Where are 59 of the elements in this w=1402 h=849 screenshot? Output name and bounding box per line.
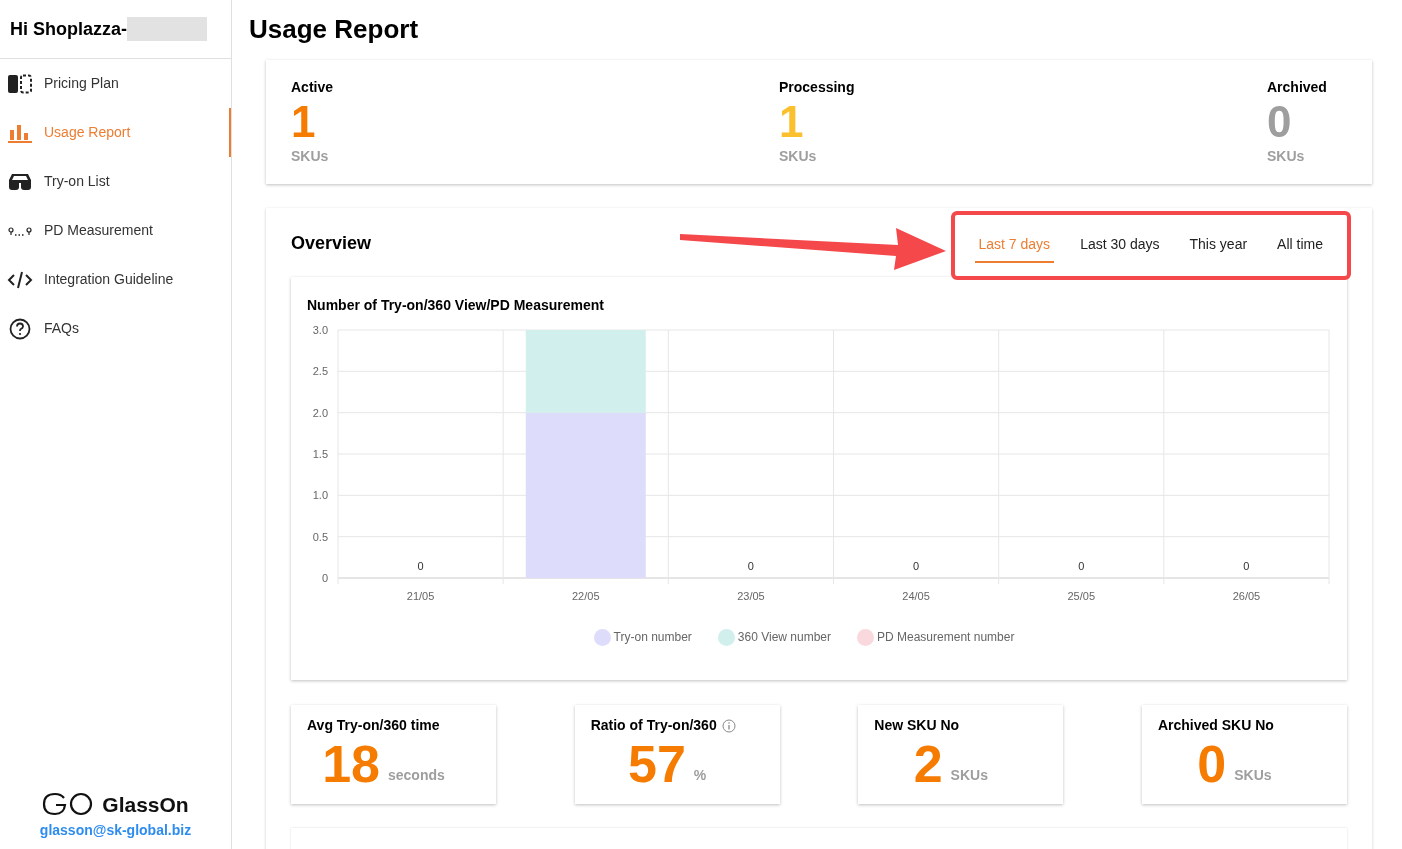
split-panel-icon [7, 72, 33, 95]
metric-unit: seconds [388, 766, 445, 785]
metric-label: New SKU No [874, 716, 960, 735]
metric-unit: % [693, 766, 707, 785]
legend-label: 360 View number [737, 629, 831, 646]
x-axis-label: 24/05 [902, 590, 930, 602]
metric-label: Archived SKU No [1157, 716, 1274, 735]
x-axis-label: 25/05 [1067, 590, 1095, 602]
legend-label: PD Measurement number [877, 629, 1015, 646]
status-count: 1 [779, 98, 805, 146]
help-icon [7, 317, 33, 340]
data-label: 0 [417, 560, 424, 572]
y-axis-label: 1.5 [312, 448, 328, 460]
data-label: 0 [747, 560, 754, 572]
nav-item[interactable]: Pricing Plan [0, 59, 231, 108]
y-axis-label: 0 [321, 572, 328, 584]
status-label: Active [291, 78, 335, 97]
info-icon [721, 718, 736, 733]
x-axis-label: 26/05 [1232, 590, 1261, 602]
status-label: Archived [1267, 78, 1328, 97]
data-label: 0 [1243, 560, 1250, 572]
metric-value: 18 [322, 736, 380, 792]
status-label: Processing [779, 78, 856, 97]
y-axis-label: 2.5 [312, 365, 328, 378]
metric-value: 2 [913, 736, 943, 792]
status-unit: SKUs [779, 147, 818, 166]
glasses-logo-icon [42, 792, 95, 817]
greeting: Hi Shoplazza- [10, 17, 127, 41]
brand-name: GlassOn [102, 791, 189, 818]
y-axis-label: 1.0 [312, 489, 328, 502]
y-axis-label: 2.0 [312, 406, 328, 419]
metric-value: 57 [628, 736, 686, 792]
nav-item[interactable]: Try-on List [0, 157, 231, 206]
metric-unit: SKUs [950, 766, 988, 785]
y-axis-label: 3.0 [312, 324, 328, 336]
nav-item[interactable]: PD Measurement [0, 206, 231, 255]
overview-title: Overview [291, 231, 372, 255]
metric-label: Avg Try-on/360 time [307, 716, 440, 735]
chart-title: Number of Try-on/360 View/PD Measurement [307, 296, 605, 315]
status-count: 1 [291, 98, 317, 146]
y-axis-label: 0.5 [312, 530, 328, 543]
metric-unit: SKUs [1234, 766, 1272, 785]
data-label: 0 [1078, 560, 1085, 572]
metric-value: 0 [1197, 736, 1227, 792]
nav-item[interactable]: FAQs [0, 304, 231, 353]
status-unit: SKUs [291, 147, 330, 166]
metric-label: Ratio of Try-on/360 [590, 716, 717, 735]
nav-item[interactable]: Integration Guideline [0, 255, 231, 304]
period-tab[interactable]: This year [1185, 227, 1252, 263]
period-tab[interactable]: All time [1273, 227, 1327, 263]
data-label: 0 [913, 560, 920, 572]
x-axis-label: 23/05 [737, 590, 765, 602]
x-axis-label: 21/05 [406, 590, 435, 602]
status-count: 0 [1267, 98, 1293, 146]
legend-label: Try-on number [613, 629, 692, 646]
x-axis-label: 22/05 [572, 590, 600, 602]
page-title: Usage Report [249, 13, 420, 46]
status-unit: SKUs [1267, 147, 1306, 166]
period-tab[interactable]: Last 30 days [1076, 227, 1164, 263]
